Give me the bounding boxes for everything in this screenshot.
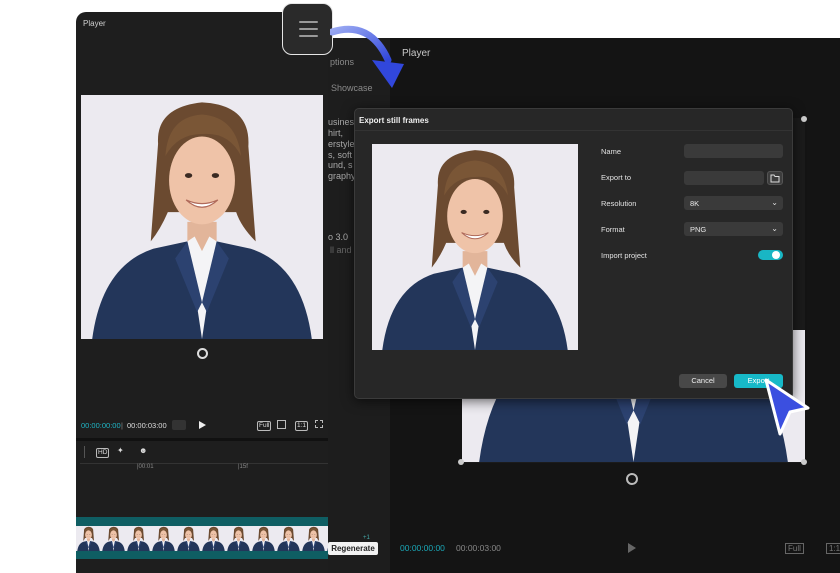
rotate-icon[interactable] bbox=[626, 473, 638, 485]
hd-button[interactable]: HD bbox=[96, 448, 110, 458]
format-label: Format bbox=[601, 225, 625, 234]
toggle-knob bbox=[772, 251, 780, 259]
background-snippet: graphy bbox=[328, 171, 356, 181]
timeline-clip[interactable] bbox=[76, 517, 328, 559]
export-to-label: Export to bbox=[601, 173, 632, 182]
format-value: PNG bbox=[690, 225, 707, 234]
background-snippet: erstyle: bbox=[328, 139, 358, 149]
filmstrip-frame bbox=[151, 526, 176, 551]
export-preview-image bbox=[372, 144, 578, 350]
background-snippet: usines bbox=[328, 117, 355, 127]
resolution-select[interactable]: 8K ⌄ bbox=[684, 196, 783, 210]
time-current: 00:00:00:00 bbox=[81, 421, 121, 430]
panel-divider bbox=[76, 438, 328, 441]
timeline-ruler bbox=[80, 463, 328, 464]
background-snippet: ll and bbox=[330, 245, 352, 255]
toolbar-divider bbox=[84, 446, 85, 458]
regenerate-badge: +1 bbox=[363, 535, 370, 541]
full-button[interactable]: Full bbox=[257, 421, 272, 431]
background-snippet: o 3.0 bbox=[328, 232, 349, 242]
filmstrip-frames bbox=[76, 526, 328, 551]
rotate-icon[interactable] bbox=[197, 348, 208, 359]
background-full-button[interactable]: Full bbox=[785, 543, 804, 554]
chevron-down-icon: ⌄ bbox=[771, 224, 778, 233]
filmstrip-frame bbox=[226, 526, 251, 551]
resolution-value: 8K bbox=[690, 199, 700, 208]
menu-button[interactable] bbox=[282, 3, 333, 55]
filmstrip-frame bbox=[201, 526, 226, 551]
background-snippet: hirt, bbox=[328, 128, 344, 138]
filmstrip-frame bbox=[176, 526, 201, 551]
cancel-button[interactable]: Cancel bbox=[679, 374, 727, 388]
screenshot-icon[interactable] bbox=[277, 420, 286, 429]
background-play-icon[interactable] bbox=[628, 543, 636, 553]
resize-handle[interactable] bbox=[458, 459, 464, 465]
resize-handle[interactable] bbox=[801, 116, 807, 122]
chevron-down-icon: ⌄ bbox=[771, 198, 778, 207]
folder-icon bbox=[770, 174, 780, 183]
format-select[interactable]: PNG ⌄ bbox=[684, 222, 783, 236]
dialog-title: Export still frames bbox=[359, 116, 429, 125]
background-time-current: 00:00:00:00 bbox=[400, 543, 445, 553]
filmstrip-frame bbox=[301, 526, 326, 551]
background-snippet: und, s bbox=[328, 160, 353, 170]
dialog-header-divider bbox=[355, 130, 792, 131]
time-separator: | bbox=[121, 421, 123, 430]
timeline-mini-icon[interactable] bbox=[172, 420, 186, 430]
regenerate-button[interactable]: Regenerate bbox=[328, 542, 378, 555]
background-ratio-button[interactable]: 1:1 bbox=[826, 543, 840, 554]
player-preview-image bbox=[81, 95, 323, 339]
magic-wand-icon[interactable]: ✦ bbox=[117, 446, 124, 455]
name-label: Name bbox=[601, 147, 622, 156]
browse-folder-button[interactable] bbox=[767, 171, 783, 185]
filmstrip-frame bbox=[251, 526, 276, 551]
import-project-label: Import project bbox=[601, 251, 647, 260]
export-path-input[interactable] bbox=[684, 171, 764, 185]
name-input[interactable] bbox=[684, 144, 783, 158]
filmstrip-frame bbox=[276, 526, 301, 551]
curved-arrow-icon bbox=[330, 25, 404, 88]
player-title: Player bbox=[83, 19, 106, 28]
background-time-total: 00:00:03:00 bbox=[456, 543, 501, 553]
background-snippet: s, soft bbox=[328, 150, 353, 160]
timeline-tick: |00:01 bbox=[137, 464, 154, 470]
pointer-cursor-icon bbox=[764, 378, 810, 436]
play-icon[interactable] bbox=[199, 421, 206, 429]
time-total: 00:00:03:00 bbox=[127, 421, 167, 430]
resolution-label: Resolution bbox=[601, 199, 637, 208]
timeline-tick: |15f bbox=[238, 464, 248, 470]
filmstrip-frame bbox=[101, 526, 126, 551]
fullscreen-icon[interactable] bbox=[315, 420, 323, 428]
resize-handle[interactable] bbox=[801, 459, 807, 465]
filmstrip-frame bbox=[126, 526, 151, 551]
ratio-button[interactable]: 1:1 bbox=[295, 421, 309, 431]
filmstrip-frame bbox=[76, 526, 101, 551]
person-icon[interactable]: ☻ bbox=[139, 446, 147, 455]
